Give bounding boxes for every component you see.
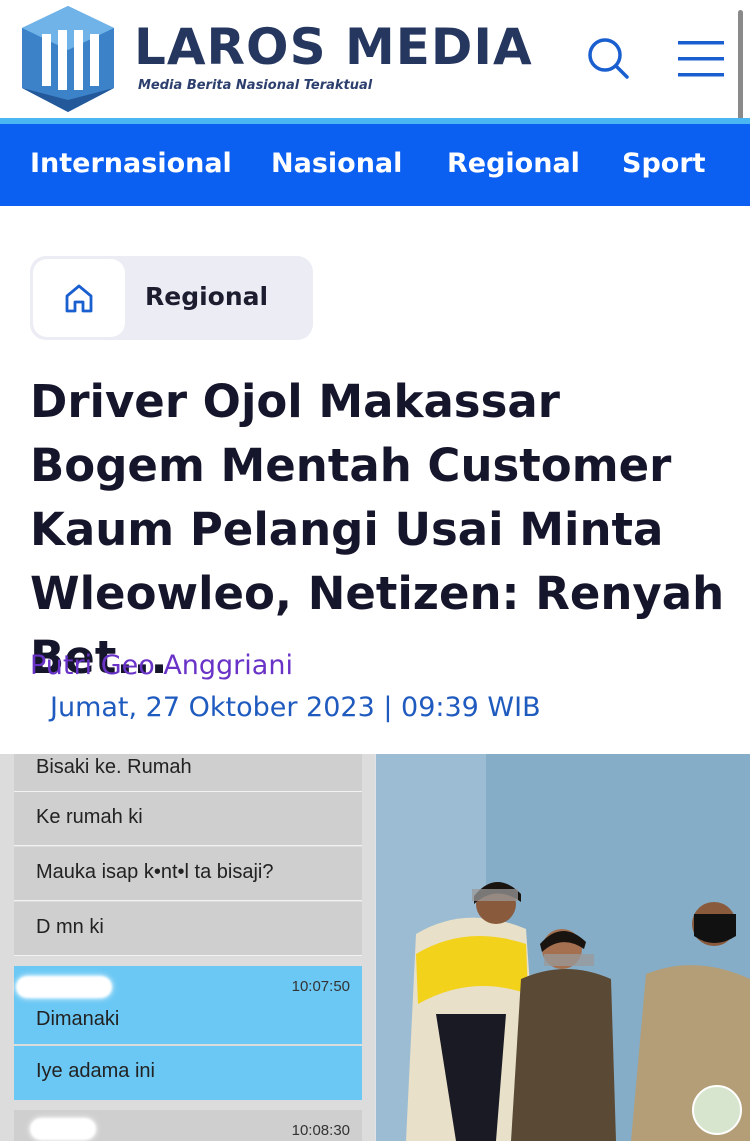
hamburger-menu-icon[interactable] [678, 40, 724, 78]
category-nav: Internasional Nasional Regional Sport [0, 124, 750, 206]
chat-timestamp: 10:08:30 [291, 1122, 350, 1139]
photo-scene [376, 754, 750, 1141]
article-image[interactable]: Bisaki ke. Rumah Ke rumah ki Mauka isap … [0, 754, 750, 1141]
breadcrumb-category[interactable]: Regional [145, 282, 268, 311]
chat-message: Mauka isap k•nt•l ta bisaji? [14, 847, 362, 901]
brand-logo-icon[interactable] [18, 4, 118, 114]
chat-timestamp: 10:07:50 [291, 978, 350, 995]
brand-tagline: Media Berita Nasional Teraktual [138, 78, 373, 93]
chat-message: D mn ki [14, 902, 362, 956]
nav-item-nasional[interactable]: Nasional [271, 148, 402, 179]
article-author[interactable]: Putri Geo Anggriani [30, 650, 293, 681]
redaction-blur [30, 1118, 96, 1140]
article-title: Driver Ojol Makassar Bogem Mentah Custom… [30, 375, 725, 684]
chat-message: Ke rumah ki [14, 792, 362, 846]
nav-item-sport[interactable]: Sport [622, 148, 706, 179]
nav-item-internasional[interactable]: Internasional [30, 148, 232, 179]
article-date: Jumat, 27 Oktober 2023 | 09:39 WIB [50, 692, 541, 723]
chat-message: Iye adama ini [14, 1046, 362, 1100]
home-icon [65, 284, 93, 313]
nav-item-regional[interactable]: Regional [447, 148, 580, 179]
frog-sticker-icon[interactable] [692, 1085, 742, 1135]
search-icon[interactable] [586, 36, 630, 80]
chat-screenshot: Bisaki ke. Rumah Ke rumah ki Mauka isap … [0, 754, 375, 1141]
site-header: LAROS MEDIA Media Berita Nasional Terakt… [0, 0, 750, 118]
brand-name[interactable]: LAROS MEDIA [134, 22, 533, 72]
breadcrumb-home[interactable] [33, 259, 125, 337]
chat-message: Bisaki ke. Rumah [14, 754, 362, 792]
redaction-blur [16, 976, 112, 998]
breadcrumb: Regional [30, 256, 313, 340]
